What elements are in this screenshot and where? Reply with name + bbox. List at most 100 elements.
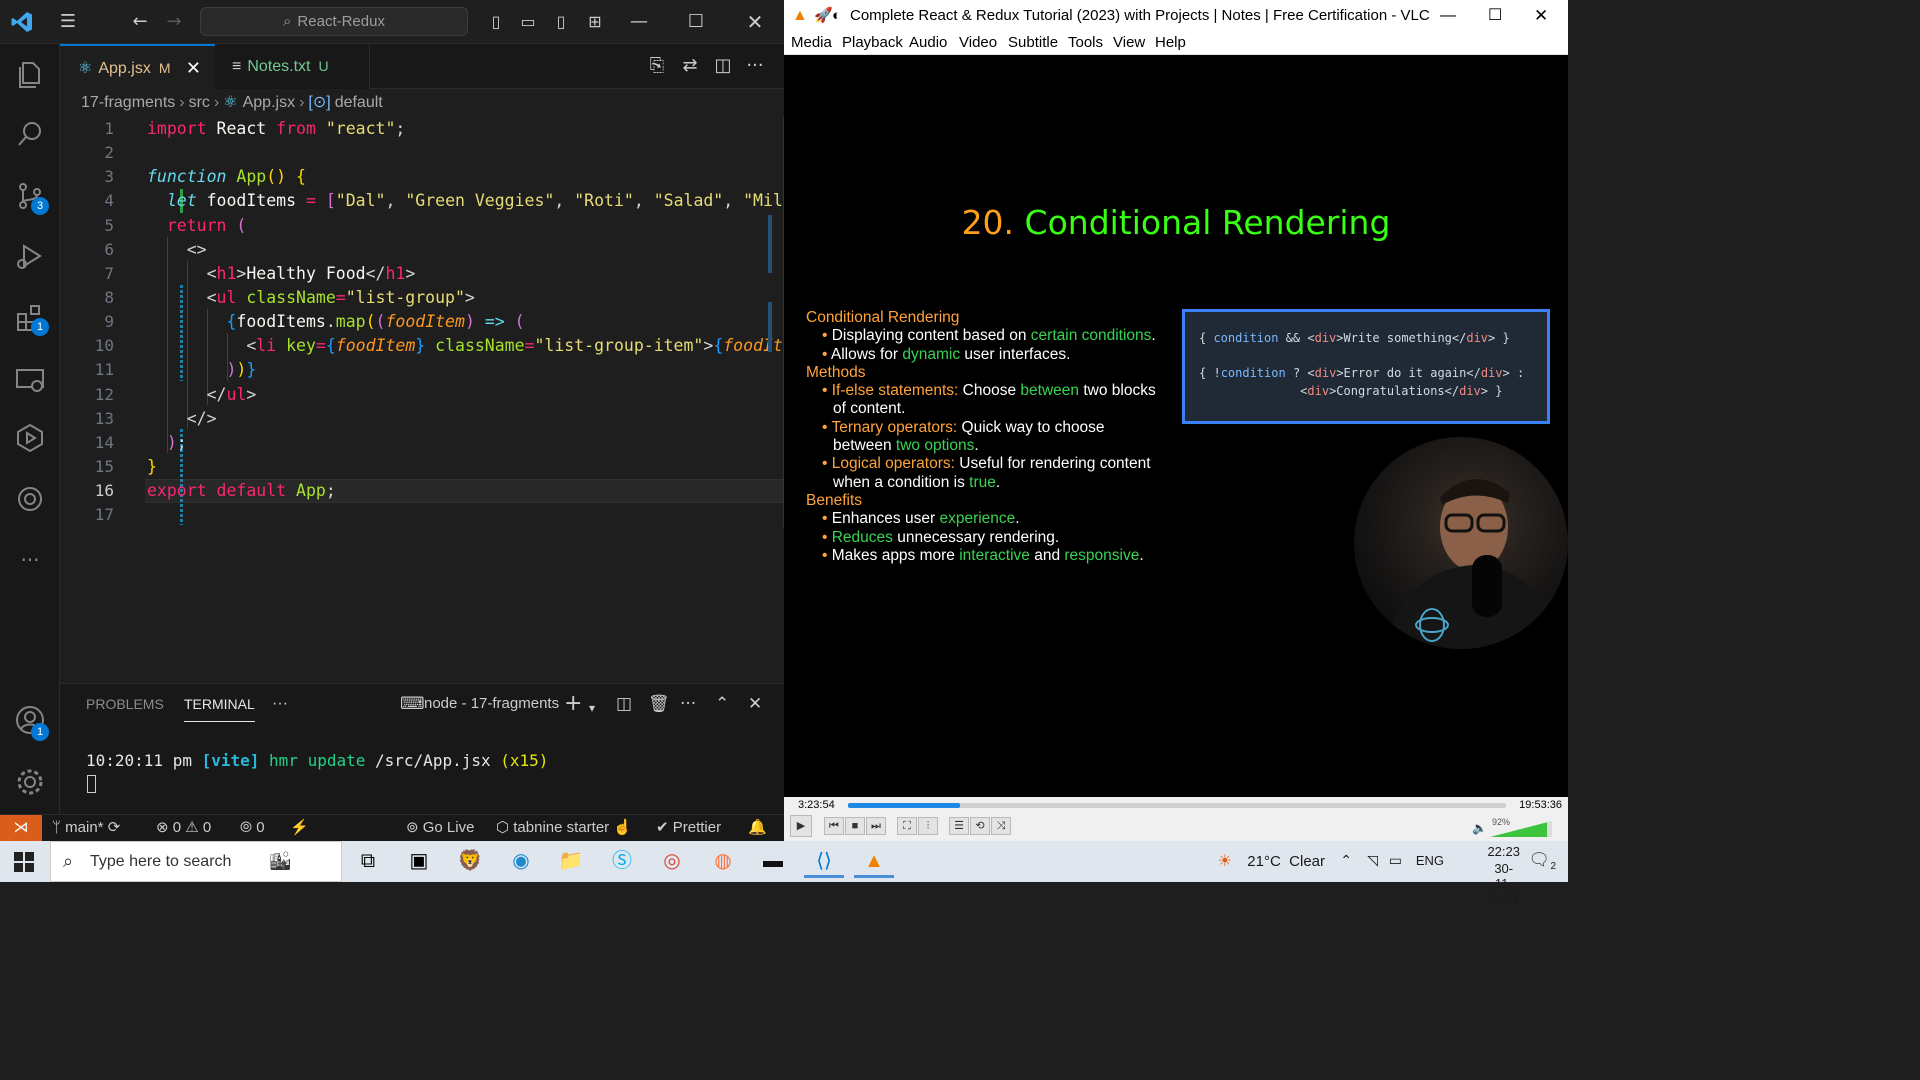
close-icon[interactable]: ✕ bbox=[743, 10, 767, 34]
notification-center-icon[interactable]: 🗨 bbox=[1528, 850, 1550, 870]
menu-media[interactable]: Media bbox=[791, 31, 832, 55]
tab-terminal[interactable]: TERMINAL bbox=[184, 684, 255, 722]
menu-view[interactable]: View bbox=[1113, 31, 1145, 55]
menu-video[interactable]: Video bbox=[959, 31, 997, 55]
minimize-icon[interactable]: — bbox=[1440, 0, 1456, 31]
stop-icon[interactable]: ■ bbox=[845, 817, 865, 835]
chevron-down-icon[interactable]: ▾ bbox=[589, 697, 595, 719]
tab-notes-txt[interactable]: ≡ Notes.txt U bbox=[216, 44, 370, 89]
run-debug-icon[interactable] bbox=[14, 240, 46, 272]
breadcrumb-folder[interactable]: 17-fragments bbox=[81, 94, 175, 111]
menu-icon[interactable]: ☰ bbox=[56, 10, 80, 34]
language-indicator[interactable]: ENG bbox=[1416, 853, 1444, 868]
brave-browser-icon[interactable]: 🦁 bbox=[450, 845, 490, 878]
source-control-badge: 3 bbox=[31, 197, 49, 215]
error-count: 0 bbox=[172, 819, 182, 836]
chevron-up-icon[interactable]: ⌃ bbox=[1340, 852, 1352, 869]
weather-text[interactable]: 21°C Clear bbox=[1247, 853, 1325, 870]
maximize-icon[interactable]: ☐ bbox=[1488, 0, 1502, 31]
seek-bar[interactable] bbox=[848, 803, 1506, 808]
tabnine-button[interactable]: ⬡ tabnine starter ☝ bbox=[496, 815, 632, 841]
line-number: 7 bbox=[104, 263, 114, 283]
panel-more-button[interactable]: ··· bbox=[272, 684, 288, 724]
maximize-panel-icon[interactable]: ⌃ bbox=[715, 693, 729, 715]
trash-icon[interactable]: 🗑 bbox=[648, 693, 670, 715]
task-view-icon[interactable]: ⧉ bbox=[348, 845, 388, 878]
problems-indicator[interactable]: ⊗ 0 ⚠ 0 bbox=[156, 815, 211, 841]
vscode-app-icon[interactable]: ⟨⟩ bbox=[804, 845, 844, 878]
file-explorer-icon[interactable]: 📁 bbox=[551, 845, 591, 878]
fullscreen-icon[interactable]: ⛶ bbox=[897, 817, 917, 835]
breadcrumb-file[interactable]: App.jsx bbox=[243, 94, 295, 111]
next-icon[interactable]: ⏭ bbox=[866, 817, 886, 835]
volume-slider[interactable] bbox=[1490, 821, 1552, 837]
minimize-icon[interactable]: — bbox=[627, 10, 651, 34]
ports-indicator[interactable]: ⦾ 0 bbox=[240, 815, 265, 841]
maximize-icon[interactable]: ☐ bbox=[684, 10, 708, 34]
more-actions-icon[interactable]: ··· bbox=[744, 55, 766, 77]
previous-icon[interactable]: ⏮ bbox=[824, 817, 844, 835]
menu-playback[interactable]: Playback bbox=[842, 31, 903, 55]
forward-arrow-icon[interactable]: → bbox=[162, 10, 186, 34]
testing-icon[interactable] bbox=[14, 422, 46, 454]
split-editor-icon[interactable]: ◫ bbox=[712, 55, 734, 77]
firefox-icon[interactable]: ◍ bbox=[703, 845, 743, 878]
play-icon[interactable]: ▶ bbox=[790, 815, 812, 837]
back-arrow-icon[interactable]: ← bbox=[128, 10, 152, 34]
prettier-button[interactable]: ✔ Prettier bbox=[656, 815, 721, 841]
menu-help[interactable]: Help bbox=[1155, 31, 1186, 55]
no-sync-icon[interactable]: ⚡ bbox=[290, 815, 309, 841]
breadcrumb-folder[interactable]: src bbox=[189, 94, 210, 111]
remote-indicator-icon[interactable]: ⋊ bbox=[0, 815, 42, 842]
remote-explorer-icon[interactable] bbox=[14, 364, 46, 396]
file-manager-app-icon[interactable]: ▣ bbox=[399, 845, 439, 878]
terminal-app-icon[interactable]: ▬ bbox=[753, 845, 793, 878]
toggle-secondary-sidebar-icon[interactable]: ▯ bbox=[549, 10, 573, 34]
toggle-panel-icon[interactable]: ▭ bbox=[516, 10, 540, 34]
edge-browser-icon[interactable]: ◉ bbox=[501, 845, 541, 878]
shuffle-icon[interactable]: ⤨ bbox=[991, 817, 1011, 835]
explorer-icon[interactable] bbox=[14, 58, 46, 90]
close-icon[interactable]: ✕ bbox=[186, 46, 201, 91]
clock[interactable]: 22:23 30-11-2023 bbox=[1487, 844, 1520, 906]
tab-problems[interactable]: PROBLEMS bbox=[86, 684, 164, 724]
split-terminal-icon[interactable]: ◫ bbox=[616, 693, 632, 715]
playlist-icon[interactable]: ☰ bbox=[949, 817, 969, 835]
close-icon[interactable]: ✕ bbox=[1534, 0, 1548, 31]
command-center-search[interactable]: ⌕ React-Redux bbox=[200, 7, 468, 36]
chatgpt-icon[interactable] bbox=[14, 483, 46, 515]
windows-start-icon[interactable] bbox=[14, 852, 34, 872]
speaker-icon[interactable]: 🔈 bbox=[1472, 821, 1487, 835]
code-editor[interactable]: 1 2 3 4 5 6 7 8 9 10 11 12 13 14 15 16 1… bbox=[60, 117, 784, 527]
vlc-titlebar: ▲ 🚀 ◐ Complete React & Redux Tutorial (2… bbox=[784, 0, 1568, 31]
toggle-primary-sidebar-icon[interactable]: ▯ bbox=[484, 10, 508, 34]
battery-icon[interactable]: ▭ bbox=[1389, 852, 1402, 869]
settings-gear-icon[interactable] bbox=[14, 766, 46, 798]
menu-subtitle[interactable]: Subtitle bbox=[1008, 31, 1058, 55]
taskbar-search-box[interactable]: ⌕ Type here to search 🏙 bbox=[50, 841, 342, 882]
search-icon[interactable] bbox=[14, 118, 46, 150]
video-area[interactable]: 20. Conditional Rendering Conditional Re… bbox=[784, 55, 1568, 797]
skype-icon[interactable]: Ⓢ bbox=[602, 845, 642, 878]
vlc-app-icon[interactable]: ▲ bbox=[854, 845, 894, 878]
network-icon[interactable]: ◹ bbox=[1367, 852, 1378, 869]
customize-layout-icon[interactable]: ⊞ bbox=[583, 10, 607, 34]
open-preview-icon[interactable]: ⎘ bbox=[646, 55, 668, 77]
extended-settings-icon[interactable]: ⫶ bbox=[918, 817, 938, 835]
terminal-name[interactable]: node - 17-fragments bbox=[424, 684, 559, 724]
menu-tools[interactable]: Tools bbox=[1068, 31, 1103, 55]
breadcrumb-symbol[interactable]: default bbox=[335, 94, 383, 111]
close-panel-icon[interactable]: ✕ bbox=[748, 693, 762, 715]
branch-indicator[interactable]: ᛘ main* ⟳ bbox=[52, 815, 120, 841]
new-terminal-icon[interactable]: + bbox=[564, 693, 582, 715]
notifications-bell-icon[interactable]: 🔔 bbox=[748, 815, 767, 841]
more-views-icon[interactable]: ··· bbox=[14, 544, 46, 576]
more-actions-icon[interactable]: ··· bbox=[680, 693, 696, 715]
error-icon: ⊗ bbox=[156, 819, 169, 836]
loop-icon[interactable]: ⟲ bbox=[970, 817, 990, 835]
chrome-icon[interactable]: ◎ bbox=[652, 845, 692, 878]
tab-app-jsx[interactable]: ⚛ App.jsx M ✕ bbox=[60, 44, 215, 89]
menu-audio[interactable]: Audio bbox=[909, 31, 947, 55]
compare-changes-icon[interactable]: ⇄ bbox=[679, 55, 701, 77]
go-live-button[interactable]: ⊚ Go Live bbox=[406, 815, 474, 841]
